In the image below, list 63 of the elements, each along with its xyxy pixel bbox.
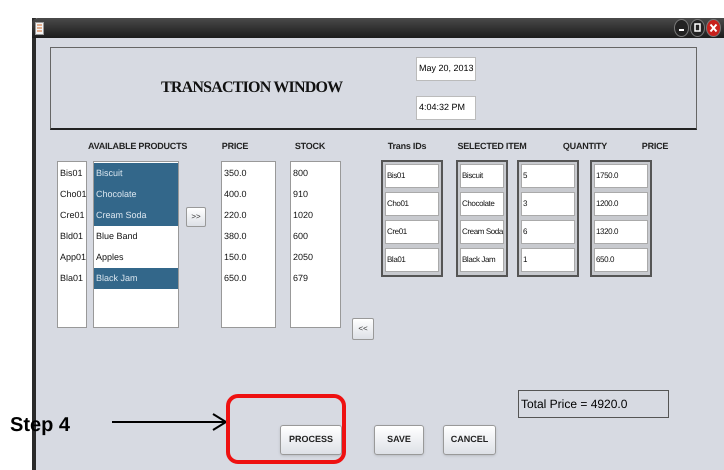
stock-list[interactable]: 800 910 1020 600 2050 679 — [290, 161, 341, 328]
add-button[interactable]: >> — [186, 207, 206, 227]
column-heading: PRICE — [220, 140, 250, 154]
table-field[interactable]: Bis01 — [385, 164, 439, 188]
close-icon[interactable] — [706, 19, 721, 37]
table-field[interactable]: Cre01 — [385, 220, 439, 244]
list-item[interactable]: 2050 — [291, 247, 340, 268]
table-field[interactable]: Cream Soda — [460, 220, 504, 244]
list-item[interactable]: 800 — [291, 163, 340, 184]
list-item[interactable]: Apples — [94, 247, 178, 268]
product-list[interactable]: Biscuit Chocolate Cream Soda Blue Band Apples Black Jam — [93, 161, 179, 328]
list-item[interactable]: Bld01 — [58, 226, 86, 247]
table-field[interactable]: Black Jam — [460, 248, 504, 272]
list-item[interactable]: 679 — [291, 268, 340, 289]
table-field[interactable]: Biscuit — [460, 164, 504, 188]
list-item[interactable]: Chocolate — [94, 184, 178, 205]
list-item[interactable]: 400.0 — [222, 184, 275, 205]
action-button[interactable]: SAVE — [374, 425, 424, 455]
list-item[interactable]: Cho01 — [58, 184, 86, 205]
list-item[interactable]: Biscuit — [94, 163, 178, 184]
column-heading: PRICE — [640, 140, 670, 154]
window-heading: TRANSACTION WINDOW — [161, 78, 344, 98]
list-item[interactable]: Bis01 — [58, 163, 86, 184]
table-field[interactable]: 1750.0 — [594, 164, 648, 188]
list-item[interactable]: 380.0 — [222, 226, 275, 247]
total-price-display: Total Price = 4920.0 — [518, 390, 669, 418]
table-field[interactable]: 1200.0 — [594, 192, 648, 216]
remove-button[interactable]: << — [352, 318, 374, 340]
list-item[interactable]: App01 — [58, 247, 86, 268]
list-item[interactable]: 220.0 — [222, 205, 275, 226]
table-field[interactable]: 6 — [521, 220, 575, 244]
table-field[interactable]: 650.0 — [594, 248, 648, 272]
date-field[interactable]: May 20, 2013 — [416, 56, 476, 80]
column-heading: STOCK — [294, 140, 326, 154]
list-item[interactable]: 910 — [291, 184, 340, 205]
price-list[interactable]: 350.0 400.0 220.0 380.0 150.0 650.0 — [221, 161, 276, 328]
table-field[interactable]: 1320.0 — [594, 220, 648, 244]
list-item[interactable]: 350.0 — [222, 163, 275, 184]
product-id-list[interactable]: Bis01 Cho01 Cre01 Bld01 App01 Bla01 — [57, 161, 87, 328]
list-item[interactable]: 150.0 — [222, 247, 275, 268]
maximize-icon[interactable] — [690, 19, 705, 37]
list-item[interactable]: Cream Soda — [94, 205, 178, 226]
list-item[interactable]: 1020 — [291, 205, 340, 226]
list-item[interactable]: Cre01 — [58, 205, 86, 226]
list-item[interactable]: Blue Band — [94, 226, 178, 247]
action-button[interactable]: CANCEL — [443, 425, 496, 455]
column-heading: QUANTITY — [562, 140, 608, 154]
table-field[interactable]: 5 — [521, 164, 575, 188]
column-heading: SELECTED ITEM — [456, 140, 528, 154]
list-item[interactable]: Bla01 — [58, 268, 86, 289]
table-field[interactable]: Chocolate — [460, 192, 504, 216]
app-icon — [35, 22, 44, 34]
list-item[interactable]: Black Jam — [94, 268, 178, 289]
minimize-icon[interactable] — [674, 19, 689, 37]
table-field[interactable]: Bla01 — [385, 248, 439, 272]
table-field[interactable]: 1 — [521, 248, 575, 272]
table-field[interactable]: 3 — [521, 192, 575, 216]
time-field[interactable]: 4:04:32 PM — [416, 96, 476, 120]
column-heading: Trans IDs — [386, 140, 428, 154]
table-field[interactable]: Cho01 — [385, 192, 439, 216]
list-item[interactable]: 600 — [291, 226, 340, 247]
action-button[interactable]: PROCESS — [280, 425, 342, 455]
list-item[interactable]: 650.0 — [222, 268, 275, 289]
